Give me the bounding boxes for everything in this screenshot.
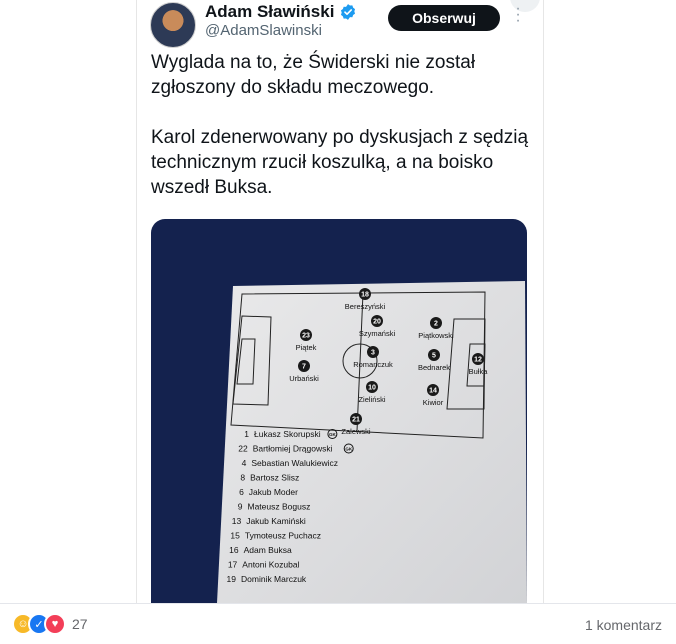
comments-link[interactable]: 1 komentarz (585, 617, 662, 633)
player-name: Piątkowski (418, 331, 454, 340)
bench-entry: 16 Adam Buksa (229, 545, 292, 555)
player-number: 23 (302, 333, 310, 340)
more-options-icon[interactable]: · · · (513, 1, 523, 29)
goalkeeper-tag: GK (329, 432, 337, 437)
bench-entry: 15 Tymoteusz Puchacz (230, 531, 321, 541)
bench-entry: 4 Sebastian Walukiewicz (242, 458, 338, 468)
player-name: Piątek (296, 343, 317, 352)
bench-name: Jakub Kamiński (246, 516, 306, 526)
player-name: Bułka (469, 367, 489, 376)
player-name: Bereszyński (345, 302, 386, 311)
bench-name: Bartosz Slisz (250, 473, 299, 483)
author-handle[interactable]: @AdamSlawinski (205, 22, 322, 39)
player-number: 5 (432, 353, 436, 360)
bench-number: 17 (228, 560, 238, 570)
follow-button[interactable]: Obserwuj (388, 5, 500, 31)
tweet-paragraph: Wyglada na to, że Świderski nie został z… (151, 52, 476, 98)
player-number: 2 (434, 321, 438, 328)
bench-name: Tymoteusz Puchacz (245, 531, 321, 541)
verified-badge-icon (341, 4, 356, 20)
author-row: Adam Sławiński (205, 2, 357, 22)
footer-divider (0, 603, 676, 604)
bench-number: 19 (227, 574, 237, 584)
player-number: 12 (474, 357, 482, 364)
lineup-sheet-image: 18Bereszyński20Szymański2Piątkowski23Pią… (217, 281, 527, 603)
player-name: Urbański (289, 374, 319, 383)
player-name: Kiwior (423, 398, 444, 407)
player-number: 3 (371, 350, 375, 357)
goalkeeper-tag: GK (345, 447, 353, 452)
bench-entry: 6 Jakub Moder (239, 487, 298, 497)
bench-name: Adam Buksa (244, 545, 292, 555)
bench-number: 4 (242, 458, 247, 468)
bench-number: 6 (239, 487, 244, 497)
player-name: Szymański (359, 329, 396, 338)
tweet-text: Wyglada na to, że Świderski nie został z… (151, 50, 531, 225)
player-number: 14 (429, 388, 437, 395)
bench-entry: 9 Mateusz Bogusz (238, 502, 311, 512)
bench-number: 16 (229, 545, 239, 555)
bench-name: Łukasz Skorupski (254, 429, 321, 439)
player-number: 18 (361, 292, 369, 299)
bench-name: Dominik Marczuk (241, 574, 307, 584)
bench-name: Bartłomiej Drągowski (253, 444, 333, 454)
author-name[interactable]: Adam Sławiński (205, 2, 334, 22)
player-name: Bednarek (418, 363, 450, 372)
bench-name: Sebastian Walukiewicz (251, 458, 338, 468)
tweet-paragraph: Karol zdenerwowany po dyskusjach z sędzi… (151, 127, 529, 198)
player-number: 20 (373, 319, 381, 326)
bench-number: 22 (238, 444, 248, 454)
player-name: Romanczuk (353, 360, 393, 369)
avatar[interactable] (150, 2, 196, 48)
bench-number: 9 (238, 502, 243, 512)
player-name: Zieliński (358, 395, 385, 404)
reactions-summary[interactable]: ☺ ✓ ♥ 27 (12, 613, 88, 635)
player-number: 7 (302, 364, 306, 371)
bench-name: Jakub Moder (249, 487, 298, 497)
bench-name: Mateusz Bogusz (248, 502, 311, 512)
bench-entry: 8 Bartosz Slisz (240, 473, 299, 483)
bench-name: Antoni Kozubal (242, 560, 299, 570)
bench-number: 8 (240, 473, 245, 483)
player-name: Zalewski (341, 427, 371, 436)
bench-number: 15 (230, 531, 240, 541)
bench-number: 1 (244, 429, 249, 439)
bench-number: 13 (232, 516, 242, 526)
love-reaction-icon: ♥ (44, 613, 66, 635)
reaction-count: 27 (72, 616, 88, 632)
tweet-photo[interactable]: 18 Bereszyński 20 Szymański 2 Piątkowski 23 Pią… (151, 219, 527, 603)
player-number: 21 (352, 417, 360, 424)
player-number: 10 (368, 385, 376, 392)
